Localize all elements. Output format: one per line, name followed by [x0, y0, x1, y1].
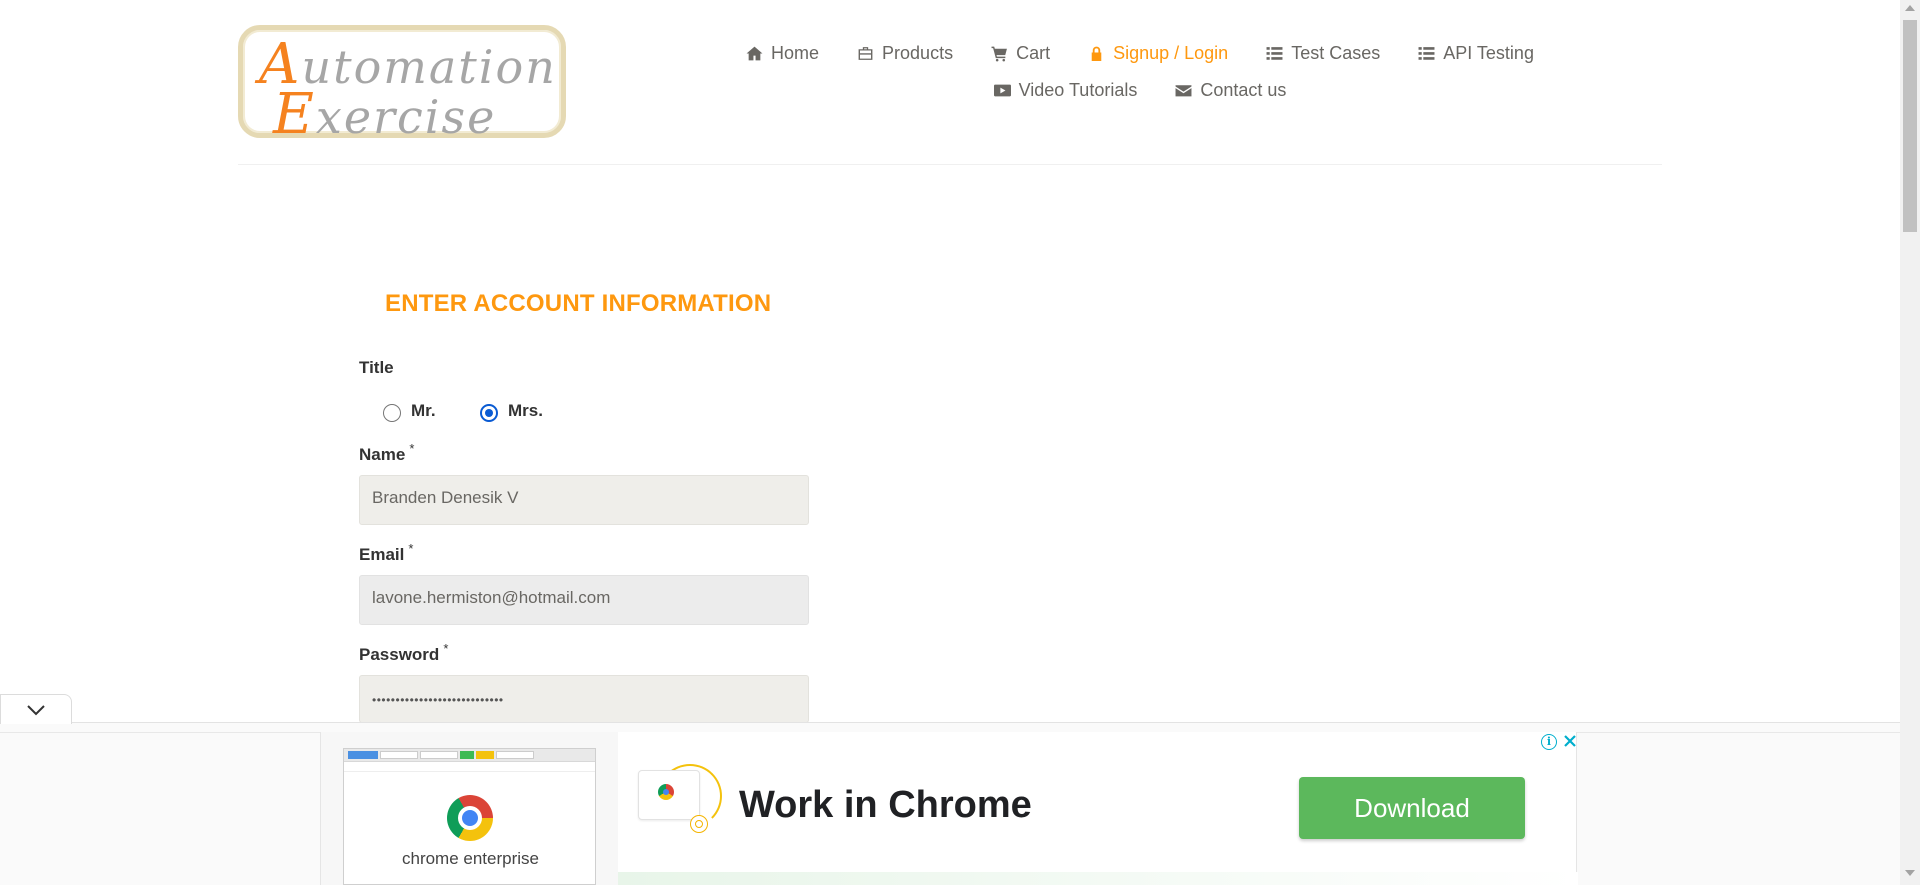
name-field[interactable]: Branden Denesik V: [359, 475, 809, 525]
download-button[interactable]: Download: [1299, 777, 1525, 839]
nav-cart-label: Cart: [1016, 42, 1051, 63]
nav-contact-us[interactable]: Contact us: [1175, 80, 1286, 101]
nav-home-label: Home: [771, 42, 820, 63]
email-label: Email *: [359, 541, 414, 564]
nav-video-tutorials-label: Video Tutorials: [1018, 79, 1138, 100]
radio-mr-label: Mr.: [411, 401, 436, 420]
list-icon: [1418, 46, 1435, 60]
nav-cart[interactable]: Cart: [991, 43, 1050, 64]
nav-products-label: Products: [882, 42, 954, 63]
ad-headline: Work in Chrome: [739, 784, 1032, 826]
nav-api-testing-label: API Testing: [1443, 42, 1534, 63]
title-label: Title: [359, 358, 394, 377]
ad-close-icon[interactable]: [1561, 732, 1579, 750]
required-mark: *: [443, 641, 449, 656]
nav-row-1: Home Products Cart Signup / Login Test C…: [740, 38, 1540, 68]
browser-tab-bar: [344, 749, 595, 762]
password-label: Password *: [359, 641, 449, 664]
required-mark: *: [408, 541, 414, 556]
logo-line-2: Exercise: [273, 82, 497, 147]
briefcase-icon: [858, 46, 873, 60]
email-field[interactable]: lavone.hermiston@hotmail.com: [359, 575, 809, 625]
radio-mr[interactable]: [383, 404, 401, 422]
ad-image-panel: chrome enterprise: [321, 732, 618, 885]
title-option-mrs[interactable]: Mrs.: [480, 400, 543, 422]
list-icon: [1266, 46, 1283, 60]
nav-home[interactable]: Home: [746, 43, 819, 64]
ad-caption: chrome enterprise: [401, 849, 539, 868]
mini-chrome-logo-icon: [658, 784, 674, 800]
chevron-down-icon: [27, 704, 45, 715]
chrome-logo-icon: [447, 795, 493, 841]
nav-contact-us-label: Contact us: [1200, 79, 1287, 100]
nav-test-cases-label: Test Cases: [1291, 42, 1381, 63]
gear-icon: [690, 815, 708, 833]
nav-api-testing[interactable]: API Testing: [1418, 43, 1534, 64]
password-field[interactable]: ••••••••••••••••••••••••••••: [359, 675, 809, 723]
page-scrollbar[interactable]: [1900, 0, 1920, 885]
nav-test-cases[interactable]: Test Cases: [1266, 43, 1380, 64]
scroll-down-arrow-icon[interactable]: [1905, 870, 1915, 876]
ad-banner[interactable]: chrome enterprise Work in Chrome Downloa…: [320, 732, 1579, 885]
required-mark: *: [409, 441, 415, 456]
form-title: ENTER ACCOUNT INFORMATION: [385, 290, 772, 317]
youtube-play-icon: [993, 84, 1011, 96]
ad-info-icon[interactable]: i: [1541, 734, 1557, 750]
lock-icon: [1091, 46, 1102, 61]
browser-screenshot: chrome enterprise: [343, 748, 596, 885]
scroll-up-arrow-icon[interactable]: [1905, 5, 1915, 11]
nav-video-tutorials[interactable]: Video Tutorials: [993, 79, 1138, 101]
cart-icon: [991, 46, 1008, 61]
site-header: Automation Exercise Home Products Cart S…: [0, 0, 1900, 166]
main-nav: Home Products Cart Signup / Login Test C…: [740, 38, 1540, 105]
envelope-icon: [1175, 84, 1192, 96]
header-divider: [238, 164, 1662, 165]
ad-collapse-button[interactable]: [0, 694, 72, 724]
nav-signup-login[interactable]: Signup / Login: [1088, 43, 1228, 64]
nav-signup-login-label: Signup / Login: [1113, 42, 1229, 63]
name-label: Name *: [359, 441, 415, 464]
ad-illustration: [638, 764, 722, 833]
site-logo[interactable]: Automation Exercise: [238, 25, 566, 147]
home-icon: [746, 46, 763, 60]
radio-mrs[interactable]: [480, 404, 498, 422]
nav-products[interactable]: Products: [857, 43, 953, 64]
radio-mrs-label: Mrs.: [508, 401, 543, 420]
browser-toolbar: [344, 762, 595, 772]
title-option-mr[interactable]: Mr.: [383, 400, 436, 422]
scroll-thumb[interactable]: [1903, 20, 1917, 232]
ad-footer-strip: [618, 872, 1578, 885]
nav-row-2: Video Tutorials Contact us: [740, 75, 1540, 105]
